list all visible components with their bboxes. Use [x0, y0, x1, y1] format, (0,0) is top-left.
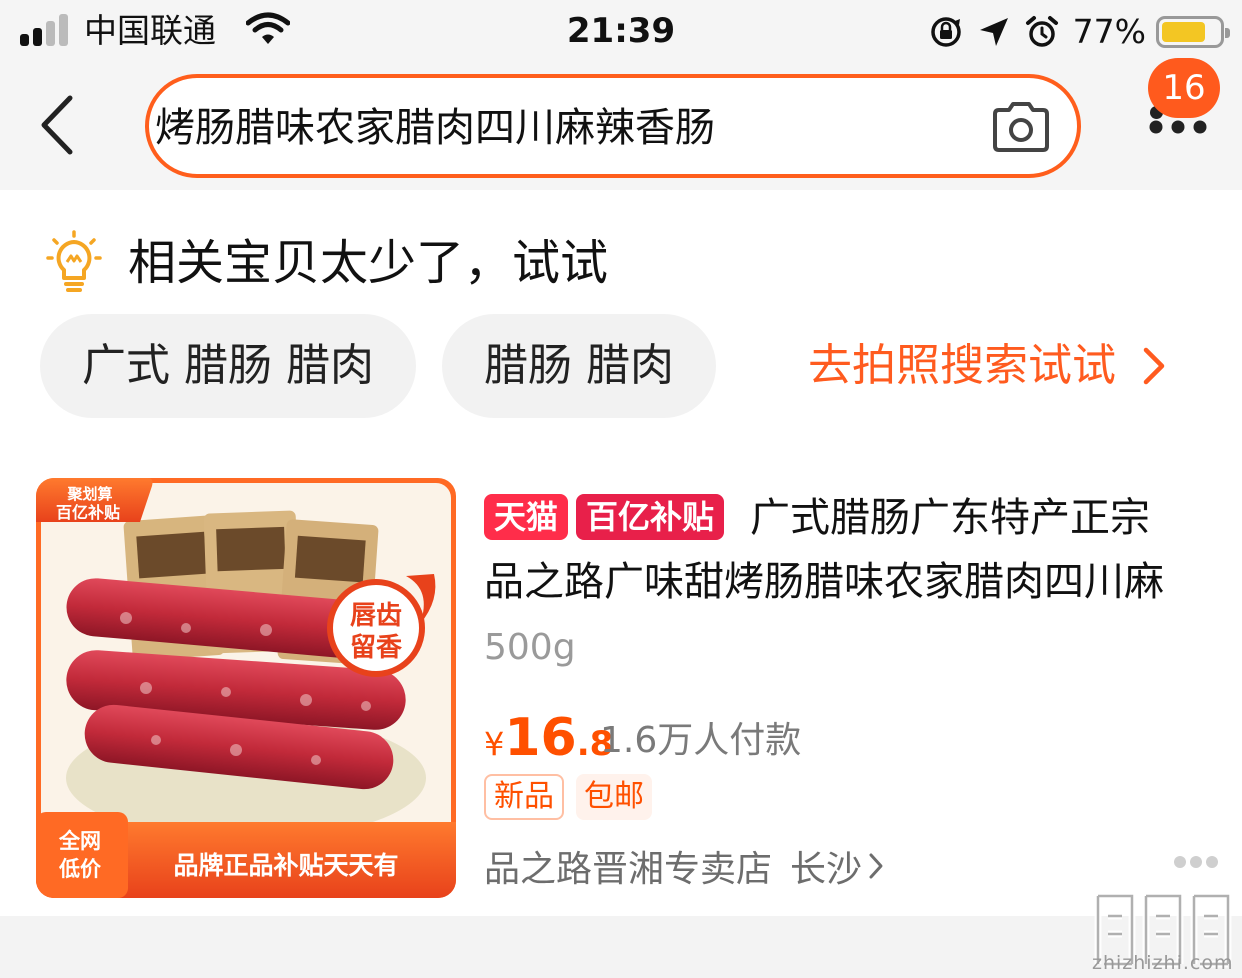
list-divider: [0, 916, 1242, 978]
battery-icon: [1156, 16, 1230, 48]
product-title-line-2[interactable]: 品之路广味甜烤肠腊味农家腊肉四川麻: [484, 556, 1164, 608]
chevron-right-icon[interactable]: [868, 851, 884, 881]
chevron-left-icon: [41, 95, 73, 155]
suggestion-chip[interactable]: 腊肠 腊肉: [441, 314, 716, 418]
photo-search-label[interactable]: 去拍照搜索试试: [808, 336, 1116, 396]
more-dots-icon[interactable]: [1148, 118, 1208, 136]
search-query[interactable]: 烤肠腊味农家腊肉四川麻辣香肠: [155, 104, 715, 152]
tmall-tag: 天猫: [484, 494, 569, 540]
status-bar: 中国联通 21:39 77%: [0, 0, 1242, 62]
camera-icon[interactable]: [991, 98, 1051, 154]
sausage-photo[interactable]: 唇齿 留香 聚划算 百亿补贴 全网 低价 品牌正品补贴天天有: [36, 478, 456, 898]
card-more-button[interactable]: [1174, 856, 1218, 870]
banner-slogan: 品牌正品补贴天天有: [173, 851, 398, 880]
tip-text: 相关宝贝太少了，试试: [128, 235, 609, 291]
alarm-icon: [1025, 16, 1058, 47]
subsidy-tag: 百亿补贴: [576, 494, 725, 540]
seal-text-1: 唇齿: [350, 601, 402, 631]
product-labels: 新品 包邮: [484, 774, 664, 820]
product-title-line-1[interactable]: 广式腊肠广东特产正宗: [750, 492, 1150, 544]
product-spec: 500g: [484, 627, 576, 668]
suggestion-chip[interactable]: 广式 腊肠 腊肉: [40, 314, 416, 418]
subsidy-text: 百亿补贴: [56, 503, 120, 522]
shop-link[interactable]: 品之路晋湘专卖店 长沙: [484, 840, 884, 892]
product-tags: 天猫 百亿补贴: [484, 494, 732, 540]
photo-search-link[interactable]: 去拍照搜索试试: [808, 336, 1166, 396]
lightbulb-icon: [46, 230, 102, 292]
lowest-price-text-1: 全网: [58, 829, 101, 853]
new-product-label: 新品: [484, 774, 564, 820]
product-price: ¥ 16 .8: [484, 708, 613, 768]
currency-symbol: ¥: [484, 725, 505, 763]
shop-city[interactable]: 长沙: [790, 840, 862, 892]
cart-count-badge: 16: [1148, 58, 1220, 118]
back-button[interactable]: [30, 90, 90, 160]
price-integer: 16: [504, 708, 577, 768]
suggestion-chips: 广式 腊肠 腊肉 腊肠 腊肉: [40, 314, 742, 418]
watermark-site: zhizhizhi.com: [1092, 952, 1234, 974]
sales-count: 1.6万人付款: [600, 720, 802, 761]
few-results-tip: 相关宝贝太少了，试试: [44, 228, 608, 298]
search-input[interactable]: 烤肠腊味农家腊肉四川麻辣香肠: [145, 74, 1081, 178]
free-shipping-label: 包邮: [576, 774, 652, 820]
product-image[interactable]: 唇齿 留香 聚划算 百亿补贴 全网 低价 品牌正品补贴天天有: [36, 478, 456, 898]
orientation-lock-icon: [930, 17, 961, 47]
seal-text-2: 留香: [350, 633, 402, 663]
chevron-right-icon[interactable]: [1142, 346, 1166, 386]
battery-percent: 77%: [1072, 12, 1146, 51]
lowest-price-text-2: 低价: [58, 857, 102, 881]
juhuasuan-text: 聚划算: [66, 485, 112, 503]
shop-name[interactable]: 品之路晋湘专卖店: [484, 840, 772, 892]
location-icon: [979, 18, 1008, 46]
search-header: 烤肠腊味农家腊肉四川麻辣香肠: [0, 62, 1242, 190]
